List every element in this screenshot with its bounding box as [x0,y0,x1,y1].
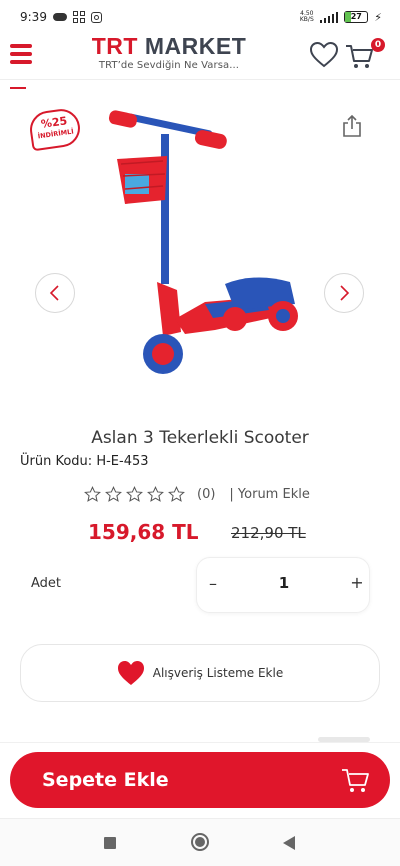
quantity-value[interactable]: 1 [267,574,301,592]
battery-icon: 27 [344,11,369,23]
chevron-left-icon [49,285,59,301]
instagram-icon [90,11,102,23]
charging-icon: ⚡ [374,10,382,24]
gallery-prev-button[interactable] [35,273,75,313]
app-header: TRT MARKET TRT’de Sevdiğin Ne Varsa... 0 [0,34,400,80]
battery-level: 27 [350,12,362,21]
quantity-stepper: – 1 + [196,557,370,613]
star-icon[interactable] [147,486,164,503]
app-grid-icon [72,11,85,23]
product-code-label: Ürün Kodu: [20,454,93,469]
network-speed-unit: KB/S [299,16,314,23]
recent-apps-icon[interactable] [104,837,116,849]
add-to-shopping-list-button[interactable]: Alışveriş Listeme Ekle [20,644,380,702]
star-icon[interactable] [105,486,122,503]
price-current: 159,68 TL [88,520,199,544]
logo-market: MARKET [144,33,247,59]
cart-count-badge: 0 [371,38,385,52]
product-gallery[interactable]: %25 İNDİRİMLİ [0,94,400,414]
add-to-cart-button[interactable]: Sepete Ekle [10,752,390,808]
divider [0,742,400,743]
logo-wordmark: TRT MARKET [84,34,254,58]
star-icon[interactable] [126,486,143,503]
home-icon[interactable] [191,833,209,851]
logo-tagline: TRT’de Sevdiğin Ne Varsa... [98,60,240,71]
cart-icon [342,769,369,792]
discount-badge: %25 İNDİRİMLİ [27,106,83,152]
gallery-next-button[interactable] [324,273,364,313]
quantity-decrease-button[interactable]: – [203,574,223,596]
logo[interactable]: TRT MARKET TRT’de Sevdiğin Ne Varsa... [84,34,254,71]
quantity-increase-button[interactable]: + [347,573,367,595]
rating-count: (0) [197,487,216,502]
heart-icon [117,661,144,685]
favorites-heart-icon[interactable] [309,41,339,68]
share-icon[interactable] [341,114,363,138]
price-original: 212,90 TL [231,524,306,542]
quantity-label: Adet [31,576,62,591]
chevron-right-icon [340,285,350,301]
logo-trt: TRT [91,33,138,59]
product-title: Aslan 3 Tekerlekli Scooter [91,428,309,448]
status-bar: 9:39 4.50 KB/S 27 ⚡ [0,0,400,34]
tab-indicator [10,80,26,90]
add-to-shopping-list-label: Alışveriş Listeme Ekle [152,666,284,680]
rating-row: (0) | Yorum Ekle [84,486,310,503]
add-to-cart-label: Sepete Ekle [42,769,169,791]
back-icon[interactable] [283,836,295,850]
status-bar-left: 9:39 [20,10,102,24]
product-code-value: H-E-453 [96,454,149,469]
add-review-link[interactable]: | Yorum Ekle [229,487,309,502]
signal-icon [319,11,339,23]
star-icon[interactable] [84,486,101,503]
network-speed: 4.50 KB/S [300,11,314,23]
status-bar-right: 4.50 KB/S 27 ⚡ [300,11,382,24]
product-image-scooter [108,110,298,374]
clock: 9:39 [20,10,47,24]
scroll-indicator [318,737,370,742]
cart-button[interactable]: 0 [345,38,385,70]
system-navigation-bar [0,818,400,866]
product-code: Ürün Kodu: H-E-453 [20,454,149,469]
cloud-icon [52,13,67,21]
star-icon[interactable] [168,486,185,503]
menu-icon[interactable] [10,44,34,64]
